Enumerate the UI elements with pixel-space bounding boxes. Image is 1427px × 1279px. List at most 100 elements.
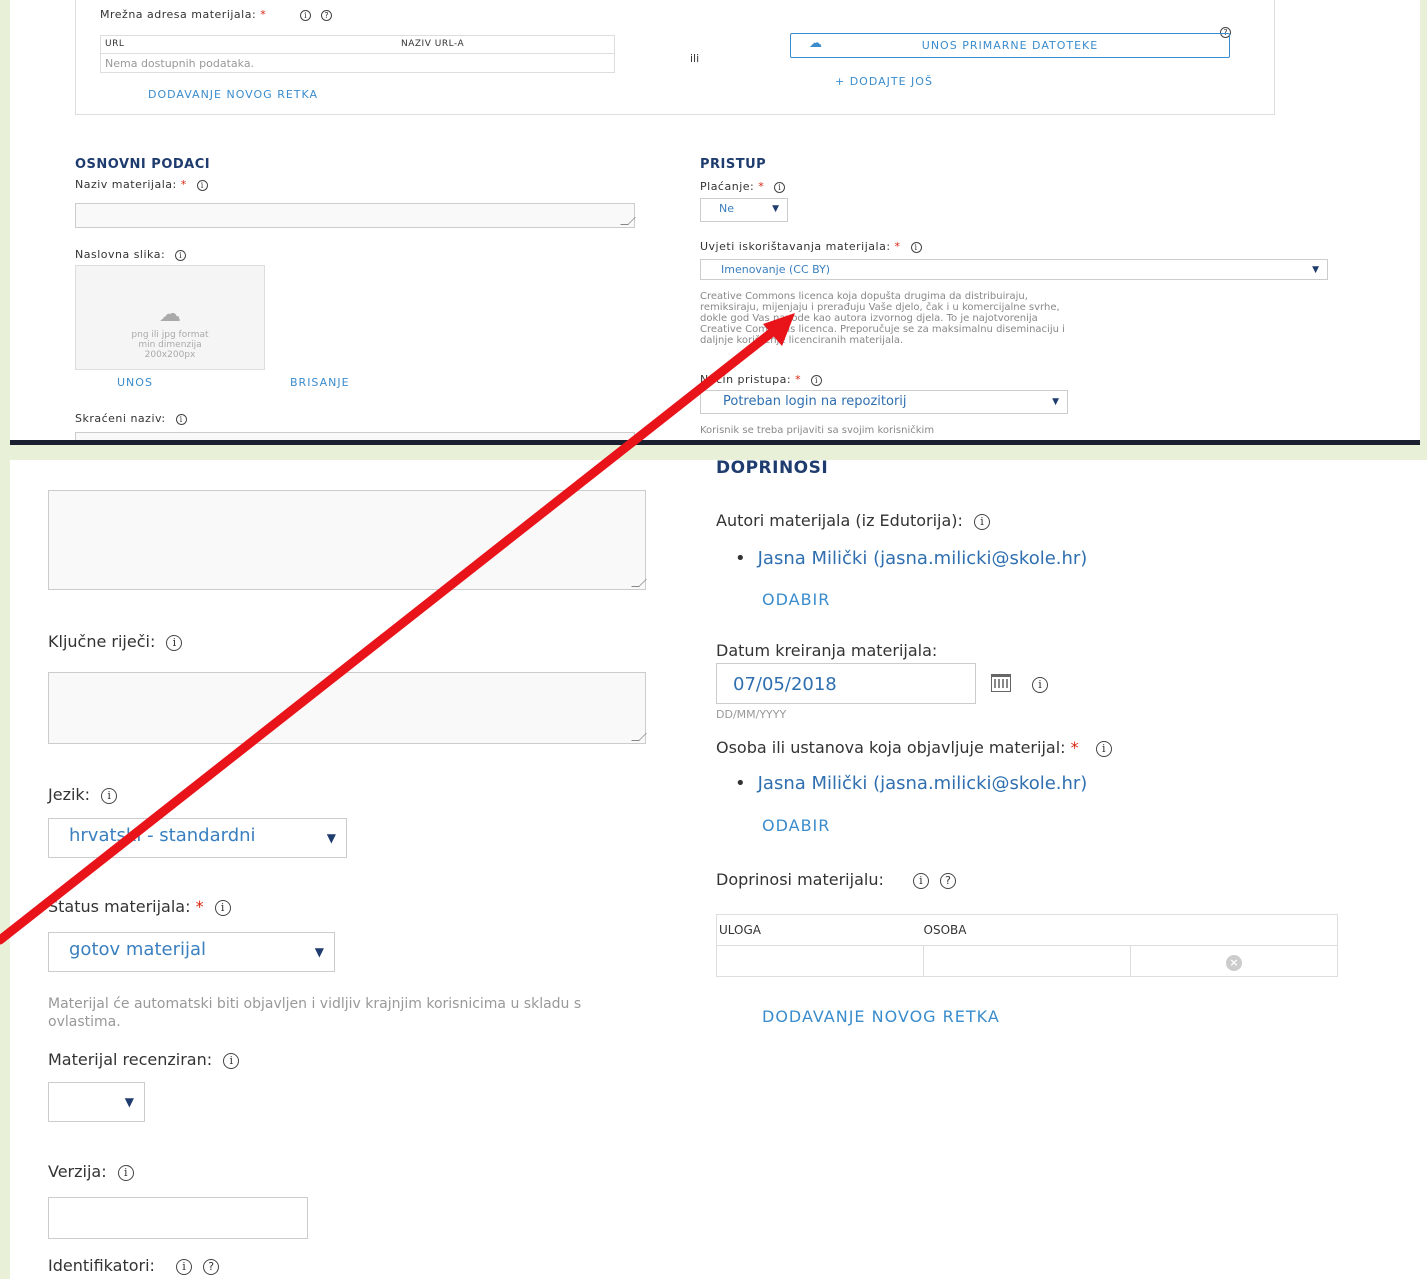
remove-row-icon[interactable]: × bbox=[1226, 955, 1242, 971]
cover-label: Naslovna slika: bbox=[75, 248, 166, 261]
info-icon[interactable]: i bbox=[196, 179, 208, 191]
terms-value: Imenovanje (CC BY) bbox=[721, 263, 831, 276]
cover-hint-2: min dimenzija bbox=[138, 340, 202, 350]
access-label-row: Način pristupa: * i bbox=[700, 373, 823, 386]
info-icon[interactable]: i bbox=[910, 241, 922, 253]
publisher-list-item: • Jasna Milički (jasna.milicki@skole.hr) bbox=[735, 773, 1087, 794]
payment-select[interactable]: Ne ▼ bbox=[700, 198, 788, 222]
author-name[interactable]: Jasna Milički (jasna.milicki@skole.hr) bbox=[758, 548, 1088, 569]
add-more-button[interactable]: + DODAJTE JOŠ bbox=[835, 75, 933, 88]
status-value: gotov materijal bbox=[69, 939, 207, 960]
cover-upload-button[interactable]: UNOS bbox=[117, 376, 153, 389]
access-description: Korisnik se treba prijaviti sa svojim ko… bbox=[700, 425, 935, 436]
reviewed-label-row: Materijal recenziran: i bbox=[48, 1050, 240, 1069]
keywords-textarea[interactable] bbox=[48, 672, 647, 744]
required-mark: * bbox=[260, 8, 267, 21]
required-mark: * bbox=[894, 240, 901, 253]
upload-primary-button[interactable]: ☁ UNOS PRIMARNE DATOTEKE bbox=[790, 33, 1230, 58]
info-icon[interactable]: i bbox=[774, 181, 786, 193]
col-person: OSOBA bbox=[923, 914, 1131, 946]
help-icon[interactable]: ? bbox=[940, 872, 957, 889]
cloud-upload-icon: ☁ bbox=[159, 302, 181, 327]
url-label-row: Mrežna adresa materijala: * i ? bbox=[100, 8, 333, 21]
identifiers-label-row: Identifikatori: i ? bbox=[48, 1256, 220, 1275]
access-select[interactable]: Potreban login na repozitorij ▼ bbox=[700, 390, 1068, 414]
publisher-label-row: Osoba ili ustanova koja objavljuje mater… bbox=[716, 738, 1112, 757]
info-icon[interactable]: i bbox=[1095, 740, 1112, 757]
resize-handle-icon[interactable] bbox=[631, 733, 647, 741]
cover-hint-3: 200x200px bbox=[144, 350, 196, 360]
info-icon[interactable]: i bbox=[175, 249, 187, 261]
date-info-row: i bbox=[1026, 674, 1048, 693]
publisher-label: Osoba ili ustanova koja objavljuje mater… bbox=[716, 738, 1066, 757]
add-url-row-button[interactable]: DODAVANJE NOVOG RETKA bbox=[148, 88, 318, 101]
info-icon[interactable]: i bbox=[214, 899, 231, 916]
date-input[interactable]: 07/05/2018 bbox=[716, 663, 976, 704]
resize-handle-icon[interactable] bbox=[620, 217, 636, 225]
keywords-label-row: Ključne riječi: i bbox=[48, 632, 183, 651]
help-icon[interactable]: ? bbox=[321, 9, 333, 21]
resize-handle-icon[interactable] bbox=[631, 579, 647, 587]
terms-select[interactable]: Imenovanje (CC BY) ▼ bbox=[700, 259, 1328, 280]
short-name-input[interactable] bbox=[75, 432, 635, 440]
help-icon[interactable]: ? bbox=[203, 1258, 220, 1275]
or-text: ili bbox=[690, 52, 700, 65]
language-label-row: Jezik: i bbox=[48, 785, 118, 804]
authors-label-row: Autori materijala (iz Edutorija): i bbox=[716, 511, 991, 530]
access-value: Potreban login na repozitorij bbox=[723, 394, 907, 409]
calendar-icon[interactable] bbox=[991, 674, 1011, 692]
author-list-item: • Jasna Milički (jasna.milicki@skole.hr) bbox=[735, 548, 1087, 569]
info-icon[interactable]: i bbox=[176, 1258, 193, 1275]
cover-label-row: Naslovna slika: i bbox=[75, 248, 187, 261]
cover-image-dropzone[interactable]: ☁ png ili jpg format min dimenzija 200x2… bbox=[75, 265, 265, 370]
add-contrib-row-button[interactable]: DODAVANJE NOVOG RETKA bbox=[762, 1007, 1000, 1026]
publisher-name[interactable]: Jasna Milički (jasna.milicki@skole.hr) bbox=[758, 773, 1088, 794]
bullet: • bbox=[735, 773, 746, 794]
table-row: × bbox=[716, 945, 1338, 977]
payment-label: Plaćanje: bbox=[700, 180, 755, 193]
info-icon[interactable]: i bbox=[175, 413, 187, 425]
role-cell[interactable] bbox=[716, 945, 924, 977]
name-label: Naziv materijala: bbox=[75, 178, 177, 191]
name-input[interactable] bbox=[75, 203, 636, 228]
language-select[interactable]: hrvatski - standardni ▼ bbox=[48, 818, 347, 858]
short-name-textarea[interactable] bbox=[48, 490, 647, 590]
choose-author-button[interactable]: ODABIR bbox=[762, 590, 830, 609]
contrib-label: Doprinosi materijalu: bbox=[716, 870, 884, 889]
col-role: ULOGA bbox=[716, 914, 924, 946]
info-icon[interactable]: i bbox=[811, 374, 823, 386]
reviewed-label: Materijal recenziran: bbox=[48, 1050, 213, 1069]
person-cell[interactable] bbox=[923, 945, 1131, 977]
access-title: PRISTUP bbox=[700, 157, 767, 172]
reviewed-select[interactable]: ▼ bbox=[48, 1082, 145, 1122]
status-label: Status materijala: bbox=[48, 897, 191, 916]
chevron-down-icon: ▼ bbox=[326, 831, 336, 845]
info-icon[interactable]: i bbox=[974, 513, 991, 530]
version-input[interactable] bbox=[48, 1197, 308, 1239]
info-icon[interactable]: i bbox=[101, 787, 118, 804]
payment-label-row: Plaćanje: * i bbox=[700, 180, 786, 193]
short-name-label: Skraćeni naziv: bbox=[75, 412, 166, 425]
cover-delete-button[interactable]: BRISANJE bbox=[290, 376, 350, 389]
choose-publisher-button[interactable]: ODABIR bbox=[762, 816, 830, 835]
info-icon[interactable]: i bbox=[1032, 676, 1048, 693]
info-icon[interactable]: i bbox=[117, 1164, 134, 1181]
info-icon[interactable]: i bbox=[223, 1052, 240, 1069]
keywords-label: Ključne riječi: bbox=[48, 632, 156, 651]
empty-text: Nema dostupnih podataka. bbox=[105, 57, 255, 70]
cover-hint-1: png ili jpg format bbox=[131, 330, 209, 340]
required-mark: * bbox=[1070, 738, 1079, 757]
language-label: Jezik: bbox=[48, 785, 91, 804]
top-screenshot-panel: Mrežna adresa materijala: * i ? URL NAZI… bbox=[10, 0, 1420, 440]
chevron-down-icon: ▼ bbox=[1052, 397, 1059, 407]
version-label-row: Verzija: i bbox=[48, 1162, 134, 1181]
url-table: URL NAZIV URL-A Nema dostupnih podataka. bbox=[100, 35, 615, 73]
info-icon[interactable]: i bbox=[166, 634, 183, 651]
info-icon[interactable]: i bbox=[912, 872, 929, 889]
required-mark: * bbox=[195, 897, 204, 916]
info-icon[interactable]: i bbox=[300, 9, 312, 21]
col-action bbox=[1130, 914, 1338, 946]
required-mark: * bbox=[758, 180, 765, 193]
chevron-down-icon: ▼ bbox=[1312, 265, 1319, 275]
status-select[interactable]: gotov materijal ▼ bbox=[48, 932, 335, 972]
